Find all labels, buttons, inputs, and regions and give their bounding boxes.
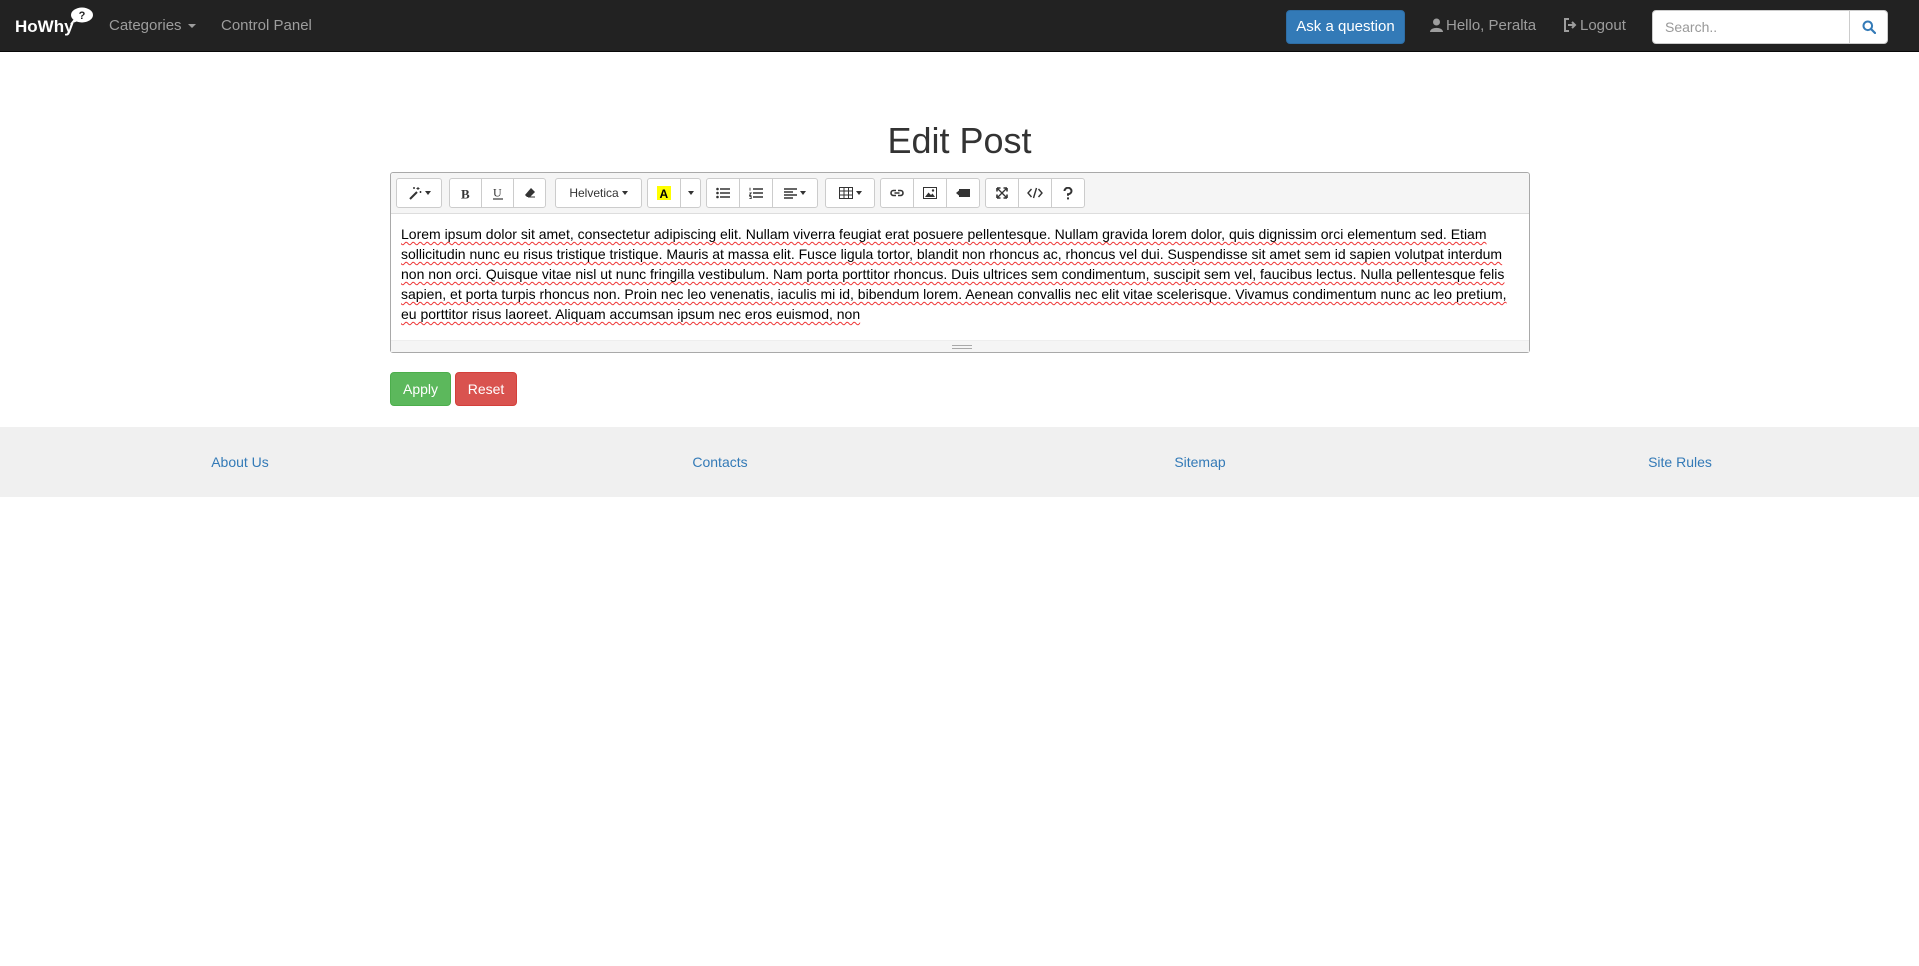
logout-label: Logout [1580, 17, 1626, 34]
paragraph-group [706, 178, 818, 208]
footer-link-contacts[interactable]: Contacts [620, 427, 820, 497]
brand-logo[interactable]: HoWhy [15, 0, 74, 52]
fullscreen-button[interactable] [985, 178, 1019, 208]
logout-link[interactable]: Logout [1563, 0, 1626, 52]
style-button[interactable] [396, 178, 442, 208]
speech-bubble-glyph: ? [79, 10, 86, 22]
page-title: Edit Post [887, 120, 1032, 161]
unordered-list-icon [716, 187, 730, 199]
eraser-icon [524, 188, 535, 198]
caret-down-icon [621, 191, 628, 195]
svg-text:A: A [660, 187, 669, 200]
user-greeting-label: Hello, Peralta [1446, 17, 1537, 34]
svg-text:U: U [493, 186, 502, 200]
align-dropdown[interactable] [772, 178, 818, 208]
table-group [825, 178, 875, 208]
color-picker-toggle[interactable] [680, 178, 701, 208]
table-dropdown[interactable] [825, 178, 875, 208]
speech-bubble-icon: ? [70, 7, 93, 24]
top-navbar: HoWhy ? Categories Control Panel Ask a q… [0, 0, 1919, 52]
underline-icon: U [492, 186, 503, 200]
categories-dropdown[interactable]: Categories [109, 0, 196, 52]
editor-toolbar: B U Helvetica A [391, 173, 1529, 214]
footer: About Us Contacts Sitemap Site Rules [0, 427, 1919, 497]
link-icon [890, 189, 904, 197]
footer-link-site-rules[interactable]: Site Rules [1580, 427, 1780, 497]
clear-format-button[interactable] [513, 178, 546, 208]
rich-text-editor: B U Helvetica A Lorem ipsum dolor sit am… [390, 172, 1530, 353]
ordered-list-icon [749, 187, 763, 199]
footer-link-about-us[interactable]: About Us [140, 427, 340, 497]
text-color-icon: A [657, 186, 671, 200]
font-name-label: Helvetica [569, 186, 619, 200]
font-name-group: Helvetica [555, 178, 642, 208]
bold-button[interactable]: B [449, 178, 482, 208]
bold-icon: B [461, 187, 470, 200]
reset-button[interactable]: Reset [455, 372, 517, 406]
svg-text:B: B [461, 187, 470, 200]
link-button[interactable] [880, 178, 914, 208]
style-group [396, 178, 442, 208]
align-icon [784, 187, 797, 199]
text-color-button[interactable]: A [647, 178, 681, 208]
caret-down-icon [187, 24, 196, 29]
search-group [1652, 10, 1888, 44]
unordered-list-button[interactable] [706, 178, 740, 208]
font-style-group: B U [449, 178, 546, 208]
resize-grip-icon [952, 345, 972, 349]
editor-resize-handle[interactable] [391, 340, 1529, 352]
caret-down-icon [855, 191, 862, 195]
editor-content[interactable]: Lorem ipsum dolor sit amet, consectetur … [391, 214, 1529, 340]
picture-icon [923, 187, 937, 199]
video-button[interactable] [946, 178, 980, 208]
caret-down-icon [800, 191, 806, 195]
code-view-button[interactable] [1018, 178, 1052, 208]
search-icon [1862, 20, 1876, 34]
search-button[interactable] [1849, 10, 1888, 44]
magic-icon [408, 187, 421, 200]
caret-down-icon [424, 191, 431, 195]
underline-button[interactable]: U [481, 178, 514, 208]
table-icon [838, 187, 853, 199]
font-name-dropdown[interactable]: Helvetica [555, 178, 642, 208]
color-caret-icon [687, 191, 694, 195]
search-input[interactable] [1652, 10, 1850, 44]
editor-text: Lorem ipsum dolor sit amet, consectetur … [401, 226, 1507, 322]
user-greeting-link[interactable]: Hello, Peralta [1430, 0, 1536, 52]
categories-label: Categories [109, 17, 182, 34]
ask-question-button[interactable]: Ask a question [1286, 10, 1405, 44]
apply-button[interactable]: Apply [390, 372, 451, 406]
picture-button[interactable] [913, 178, 947, 208]
insert-group [880, 178, 980, 208]
view-group [985, 178, 1085, 208]
footer-link-sitemap[interactable]: Sitemap [1100, 427, 1300, 497]
ordered-list-button[interactable] [739, 178, 773, 208]
logout-icon [1564, 18, 1577, 32]
color-group: A [647, 178, 701, 208]
user-icon [1430, 18, 1443, 32]
fullscreen-icon [996, 187, 1008, 199]
video-icon [956, 189, 970, 197]
code-view-icon [1027, 187, 1043, 199]
help-button[interactable] [1051, 178, 1085, 208]
control-panel-link[interactable]: Control Panel [221, 0, 312, 52]
help-icon [1063, 186, 1073, 199]
